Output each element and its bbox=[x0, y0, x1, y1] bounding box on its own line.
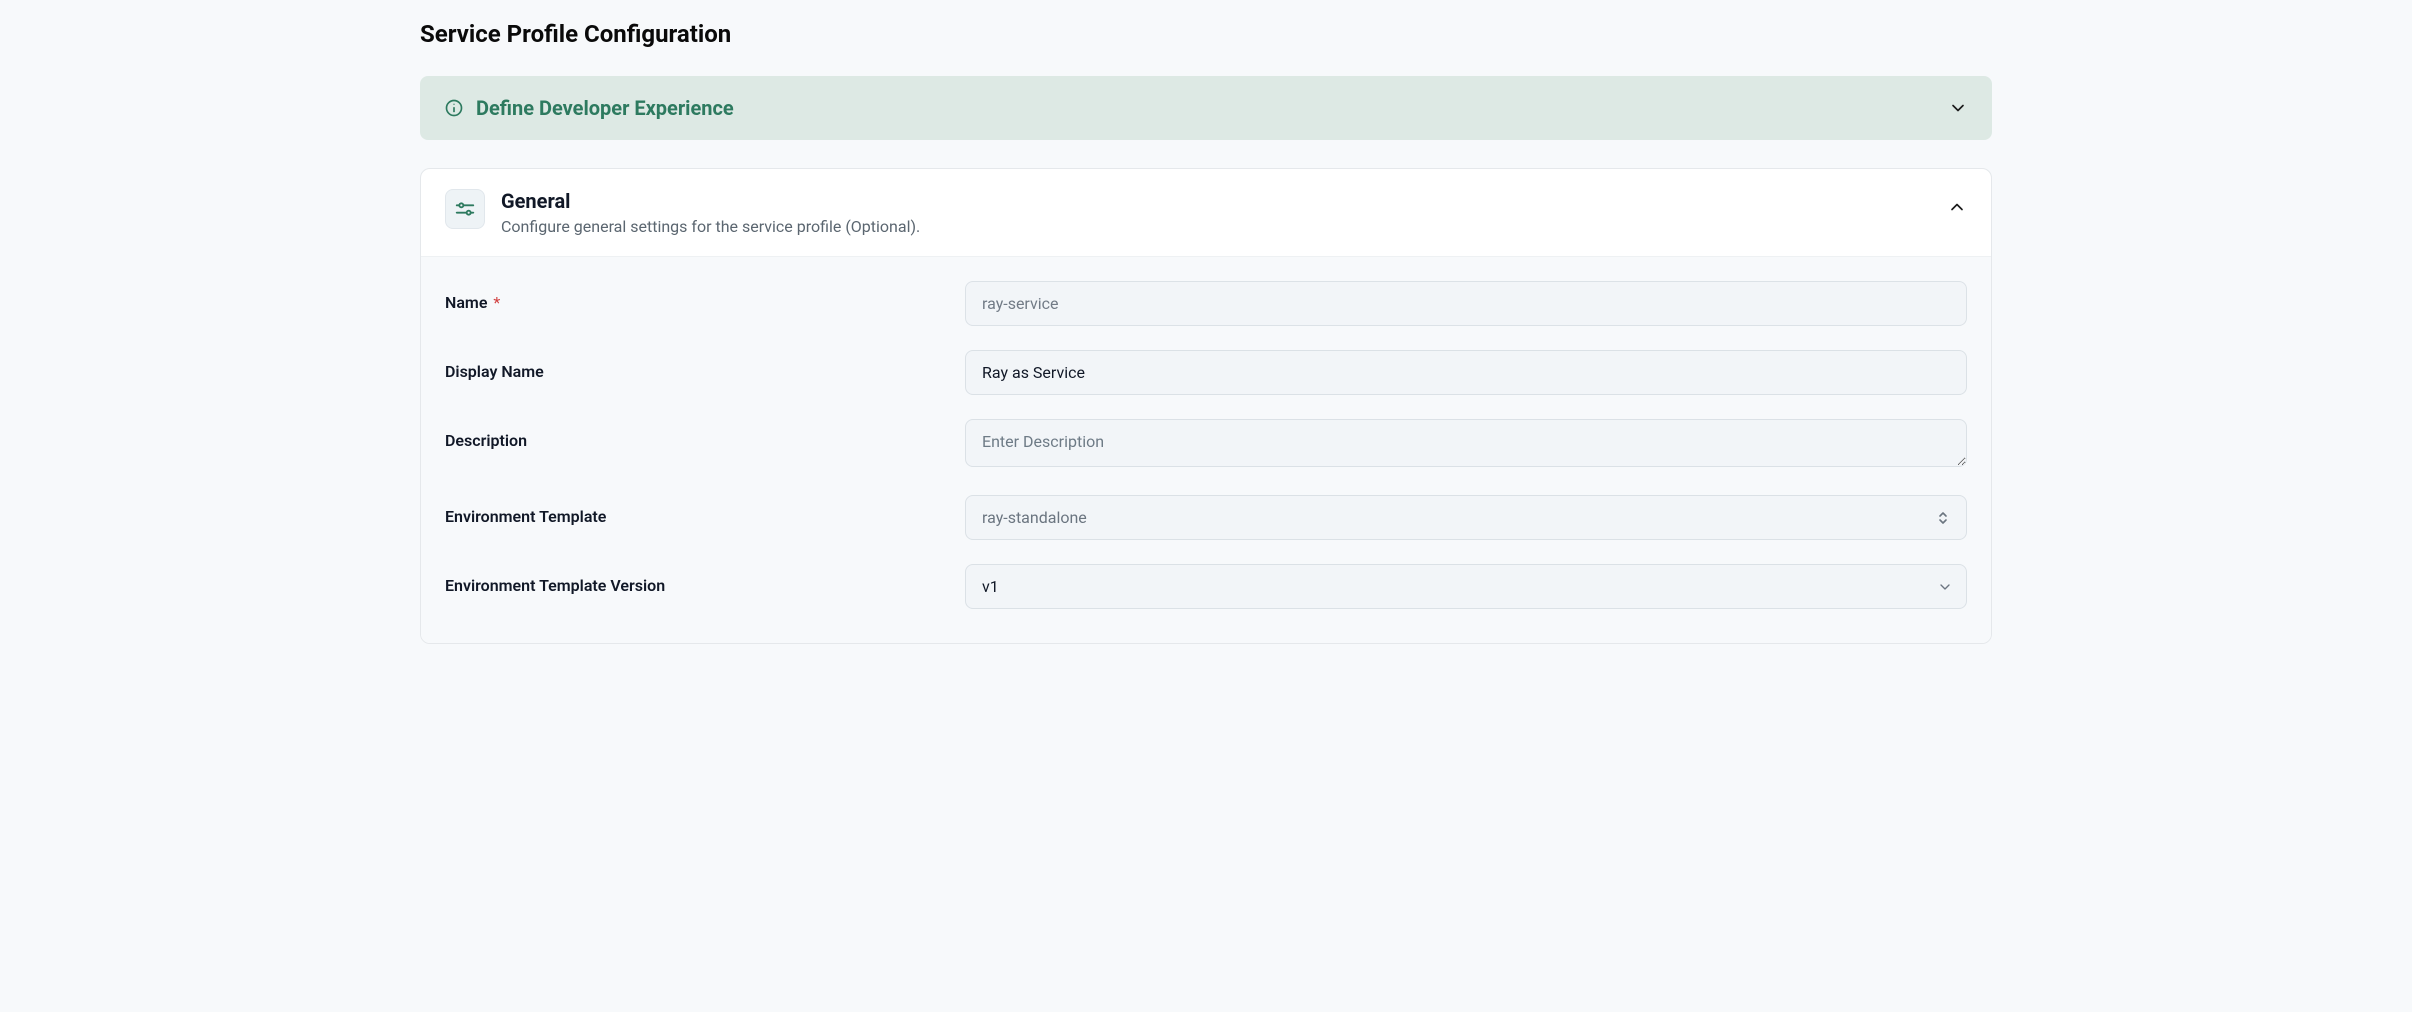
description-textarea[interactable] bbox=[965, 419, 1967, 467]
general-form-body: Name * Display Name Description bbox=[421, 257, 1991, 643]
display-name-input[interactable] bbox=[965, 350, 1967, 395]
description-label: Description bbox=[445, 431, 527, 450]
general-title: General bbox=[501, 189, 920, 213]
form-row-name: Name * bbox=[445, 281, 1967, 326]
form-row-env-template-version: Environment Template Version v1 bbox=[445, 564, 1967, 609]
general-subtitle: Configure general settings for the servi… bbox=[501, 217, 920, 236]
chevron-down-icon bbox=[1948, 98, 1968, 118]
name-input[interactable] bbox=[965, 281, 1967, 326]
banner-left: Define Developer Experience bbox=[444, 96, 734, 120]
form-row-display-name: Display Name bbox=[445, 350, 1967, 395]
form-row-env-template: Environment Template ray-standalone bbox=[445, 495, 1967, 540]
general-section-header[interactable]: General Configure general settings for t… bbox=[421, 169, 1991, 257]
general-section-card: General Configure general settings for t… bbox=[420, 168, 1992, 644]
sliders-icon bbox=[445, 189, 485, 229]
form-row-description: Description bbox=[445, 419, 1967, 471]
env-template-version-label: Environment Template Version bbox=[445, 576, 665, 595]
name-label: Name bbox=[445, 293, 487, 312]
define-experience-banner[interactable]: Define Developer Experience bbox=[420, 76, 1992, 140]
card-header-left: General Configure general settings for t… bbox=[445, 189, 920, 236]
env-template-version-select[interactable]: v1 bbox=[965, 564, 1967, 609]
display-name-label: Display Name bbox=[445, 362, 544, 381]
env-template-select[interactable]: ray-standalone bbox=[965, 495, 1967, 540]
page-title: Service Profile Configuration bbox=[420, 20, 1992, 48]
banner-title: Define Developer Experience bbox=[476, 96, 734, 120]
required-mark: * bbox=[493, 293, 500, 312]
env-template-label: Environment Template bbox=[445, 507, 606, 526]
chevron-up-icon bbox=[1947, 197, 1967, 217]
info-icon bbox=[444, 98, 464, 118]
